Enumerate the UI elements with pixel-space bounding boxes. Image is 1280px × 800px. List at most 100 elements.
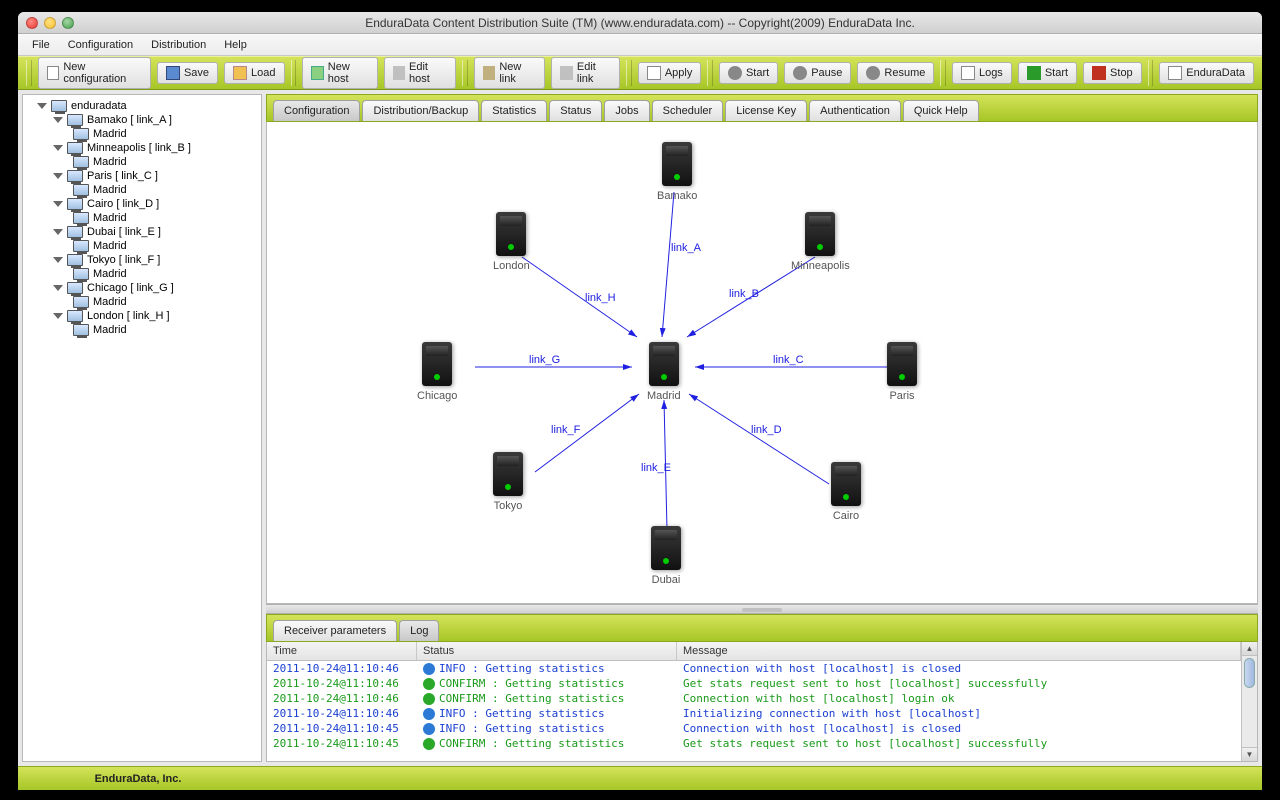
save-button[interactable]: Save [157, 62, 218, 84]
server-icon [649, 342, 679, 386]
tree-host[interactable]: Chicago [ link_G ] [25, 281, 259, 295]
chevron-down-icon[interactable] [53, 145, 63, 151]
tab-log[interactable]: Log [399, 620, 439, 641]
log-row[interactable]: 2011-10-24@11:10:46INFO : Getting statis… [267, 706, 1241, 721]
tab-jobs[interactable]: Jobs [604, 100, 649, 121]
log-status: CONFIRM : Getting statistics [417, 692, 677, 705]
pause-button[interactable]: Pause [784, 62, 851, 84]
node-tokyo[interactable]: Tokyo [493, 452, 523, 512]
chevron-down-icon[interactable] [37, 103, 47, 109]
start-button[interactable]: Start [719, 62, 778, 84]
apply-button[interactable]: Apply [638, 62, 702, 84]
tb-sep [1148, 60, 1154, 86]
computer-icon [73, 212, 89, 224]
chevron-down-icon[interactable] [53, 229, 63, 235]
col-time[interactable]: Time [267, 642, 417, 660]
resume-button[interactable]: Resume [857, 62, 934, 84]
chevron-down-icon[interactable] [53, 257, 63, 263]
info-icon [423, 708, 435, 720]
menu-configuration[interactable]: Configuration [60, 36, 141, 54]
log-row[interactable]: 2011-10-24@11:10:45INFO : Getting statis… [267, 721, 1241, 736]
scroll-thumb[interactable] [1244, 658, 1255, 688]
tab-scheduler[interactable]: Scheduler [652, 100, 724, 121]
tree-host[interactable]: London [ link_H ] [25, 309, 259, 323]
tree-host[interactable]: Tokyo [ link_F ] [25, 253, 259, 267]
tree-child[interactable]: Madrid [25, 323, 259, 337]
tab-authentication[interactable]: Authentication [809, 100, 901, 121]
splitter[interactable] [266, 604, 1258, 614]
scroll-down-icon[interactable]: ▼ [1242, 747, 1257, 761]
topology-canvas[interactable]: Madrid Bamako London Minneapolis Chicago… [266, 122, 1258, 604]
tree-host[interactable]: Dubai [ link_E ] [25, 225, 259, 239]
tree-child[interactable]: Madrid [25, 155, 259, 169]
tab-quick-help[interactable]: Quick Help [903, 100, 979, 121]
tree-host[interactable]: Bamako [ link_A ] [25, 113, 259, 127]
new-config-button[interactable]: New configuration [38, 57, 151, 89]
log-status: INFO : Getting statistics [417, 707, 677, 720]
new-link-button[interactable]: New link [474, 57, 546, 89]
chevron-down-icon[interactable] [53, 201, 63, 207]
node-bamako[interactable]: Bamako [657, 142, 697, 202]
chevron-down-icon[interactable] [53, 285, 63, 291]
tree-host[interactable]: Cairo [ link_D ] [25, 197, 259, 211]
tab-receiver-params[interactable]: Receiver parameters [273, 620, 397, 641]
node-chicago[interactable]: Chicago [417, 342, 457, 402]
chevron-down-icon[interactable] [53, 173, 63, 179]
resume-icon [866, 66, 880, 80]
node-paris[interactable]: Paris [887, 342, 917, 402]
link-label-g: link_G [529, 354, 560, 366]
log-row[interactable]: 2011-10-24@11:10:45CONFIRM : Getting sta… [267, 736, 1241, 751]
new-host-button[interactable]: New host [302, 57, 377, 89]
log-row[interactable]: 2011-10-24@11:10:46INFO : Getting statis… [267, 661, 1241, 676]
brand-button[interactable]: EnduraData [1159, 62, 1254, 84]
log-message: Initializing connection with host [local… [677, 707, 1241, 720]
tab-configuration[interactable]: Configuration [273, 100, 360, 121]
edit-host-button[interactable]: Edit host [384, 57, 457, 89]
node-cairo[interactable]: Cairo [831, 462, 861, 522]
col-status[interactable]: Status [417, 642, 677, 660]
tree-root[interactable]: enduradata [25, 99, 259, 113]
chevron-down-icon[interactable] [53, 117, 63, 123]
log-message: Connection with host [localhost] login o… [677, 692, 1241, 705]
tree-child[interactable]: Madrid [25, 295, 259, 309]
load-button[interactable]: Load [224, 62, 284, 84]
company-label: EnduraData, Inc. [18, 773, 258, 785]
menu-file[interactable]: File [24, 36, 58, 54]
menu-help[interactable]: Help [216, 36, 255, 54]
tree-child[interactable]: Madrid [25, 211, 259, 225]
log-body[interactable]: 2011-10-24@11:10:46INFO : Getting statis… [267, 661, 1241, 761]
tree-child[interactable]: Madrid [25, 183, 259, 197]
log-status: INFO : Getting statistics [417, 722, 677, 735]
col-message[interactable]: Message [677, 642, 1241, 660]
tab-status[interactable]: Status [549, 100, 602, 121]
tab-distribution-backup[interactable]: Distribution/Backup [362, 100, 479, 121]
node-london[interactable]: London [493, 212, 530, 272]
start2-button[interactable]: Start [1018, 62, 1077, 84]
log-row[interactable]: 2011-10-24@11:10:46CONFIRM : Getting sta… [267, 691, 1241, 706]
chevron-down-icon[interactable] [53, 313, 63, 319]
log-row[interactable]: 2011-10-24@11:10:46CONFIRM : Getting sta… [267, 676, 1241, 691]
brand-icon [1168, 66, 1182, 80]
tree-child[interactable]: Madrid [25, 267, 259, 281]
menu-distribution[interactable]: Distribution [143, 36, 214, 54]
node-minneapolis[interactable]: Minneapolis [791, 212, 850, 272]
tree-child[interactable]: Madrid [25, 127, 259, 141]
titlebar[interactable]: EnduraData Content Distribution Suite (T… [18, 12, 1262, 34]
tree-child[interactable]: Madrid [25, 239, 259, 253]
scrollbar[interactable]: ▲ ▼ [1241, 642, 1257, 761]
stop-button[interactable]: Stop [1083, 62, 1142, 84]
log-message: Get stats request sent to host [localhos… [677, 737, 1241, 750]
tab-statistics[interactable]: Statistics [481, 100, 547, 121]
logs-button[interactable]: Logs [952, 62, 1012, 84]
node-dubai[interactable]: Dubai [651, 526, 681, 586]
tb-sep [940, 60, 946, 86]
server-icon [651, 526, 681, 570]
scroll-up-icon[interactable]: ▲ [1242, 642, 1257, 656]
tree-host[interactable]: Paris [ link_C ] [25, 169, 259, 183]
node-madrid[interactable]: Madrid [647, 342, 681, 402]
host-tree[interactable]: enduradata Bamako [ link_A ]MadridMinnea… [23, 95, 261, 341]
edit-link-button[interactable]: Edit link [551, 57, 620, 89]
tab-license-key[interactable]: License Key [725, 100, 807, 121]
server-icon [662, 142, 692, 186]
tree-host[interactable]: Minneapolis [ link_B ] [25, 141, 259, 155]
